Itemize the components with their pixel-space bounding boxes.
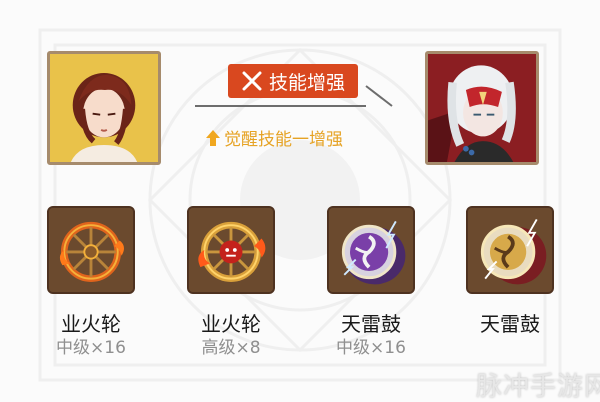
right-character-portrait [425, 51, 539, 165]
thunder-drum-purple-icon [329, 208, 413, 292]
skill-enhance-label: 技能增强 [268, 71, 345, 94]
item-fire-wheel-2 [187, 206, 275, 294]
upgrade-info-panel: 技能增强 觉醒技能一增强 业火轮 中级×16 业火轮 高级×8 天雷鼓 中级×1… [0, 0, 600, 402]
awaken-skill-label: 觉醒技能一增强 [224, 130, 343, 150]
item-grade-1: 中级×16 [56, 338, 126, 358]
crossed-swords-icon [242, 71, 262, 91]
item-grade-2: 高级×8 [201, 338, 261, 358]
site-watermark: 脉冲手游网 [476, 372, 600, 402]
thunder-drum-gold-icon [468, 208, 552, 292]
item-name-4: 天雷鼓 [480, 312, 540, 336]
arrow-up-icon [206, 129, 220, 146]
item-thunder-drum-1 [327, 206, 415, 294]
fire-wheel-icon [49, 208, 133, 292]
item-thunder-drum-2 [466, 206, 554, 294]
item-grade-3: 中级×16 [336, 338, 406, 358]
fire-wheel-demon-icon [189, 208, 273, 292]
awaken-skill-note: 觉醒技能一增强 [206, 125, 343, 150]
item-fire-wheel-1 [47, 206, 135, 294]
left-character-portrait [47, 51, 161, 165]
skill-enhance-banner: 技能增强 [228, 64, 358, 98]
